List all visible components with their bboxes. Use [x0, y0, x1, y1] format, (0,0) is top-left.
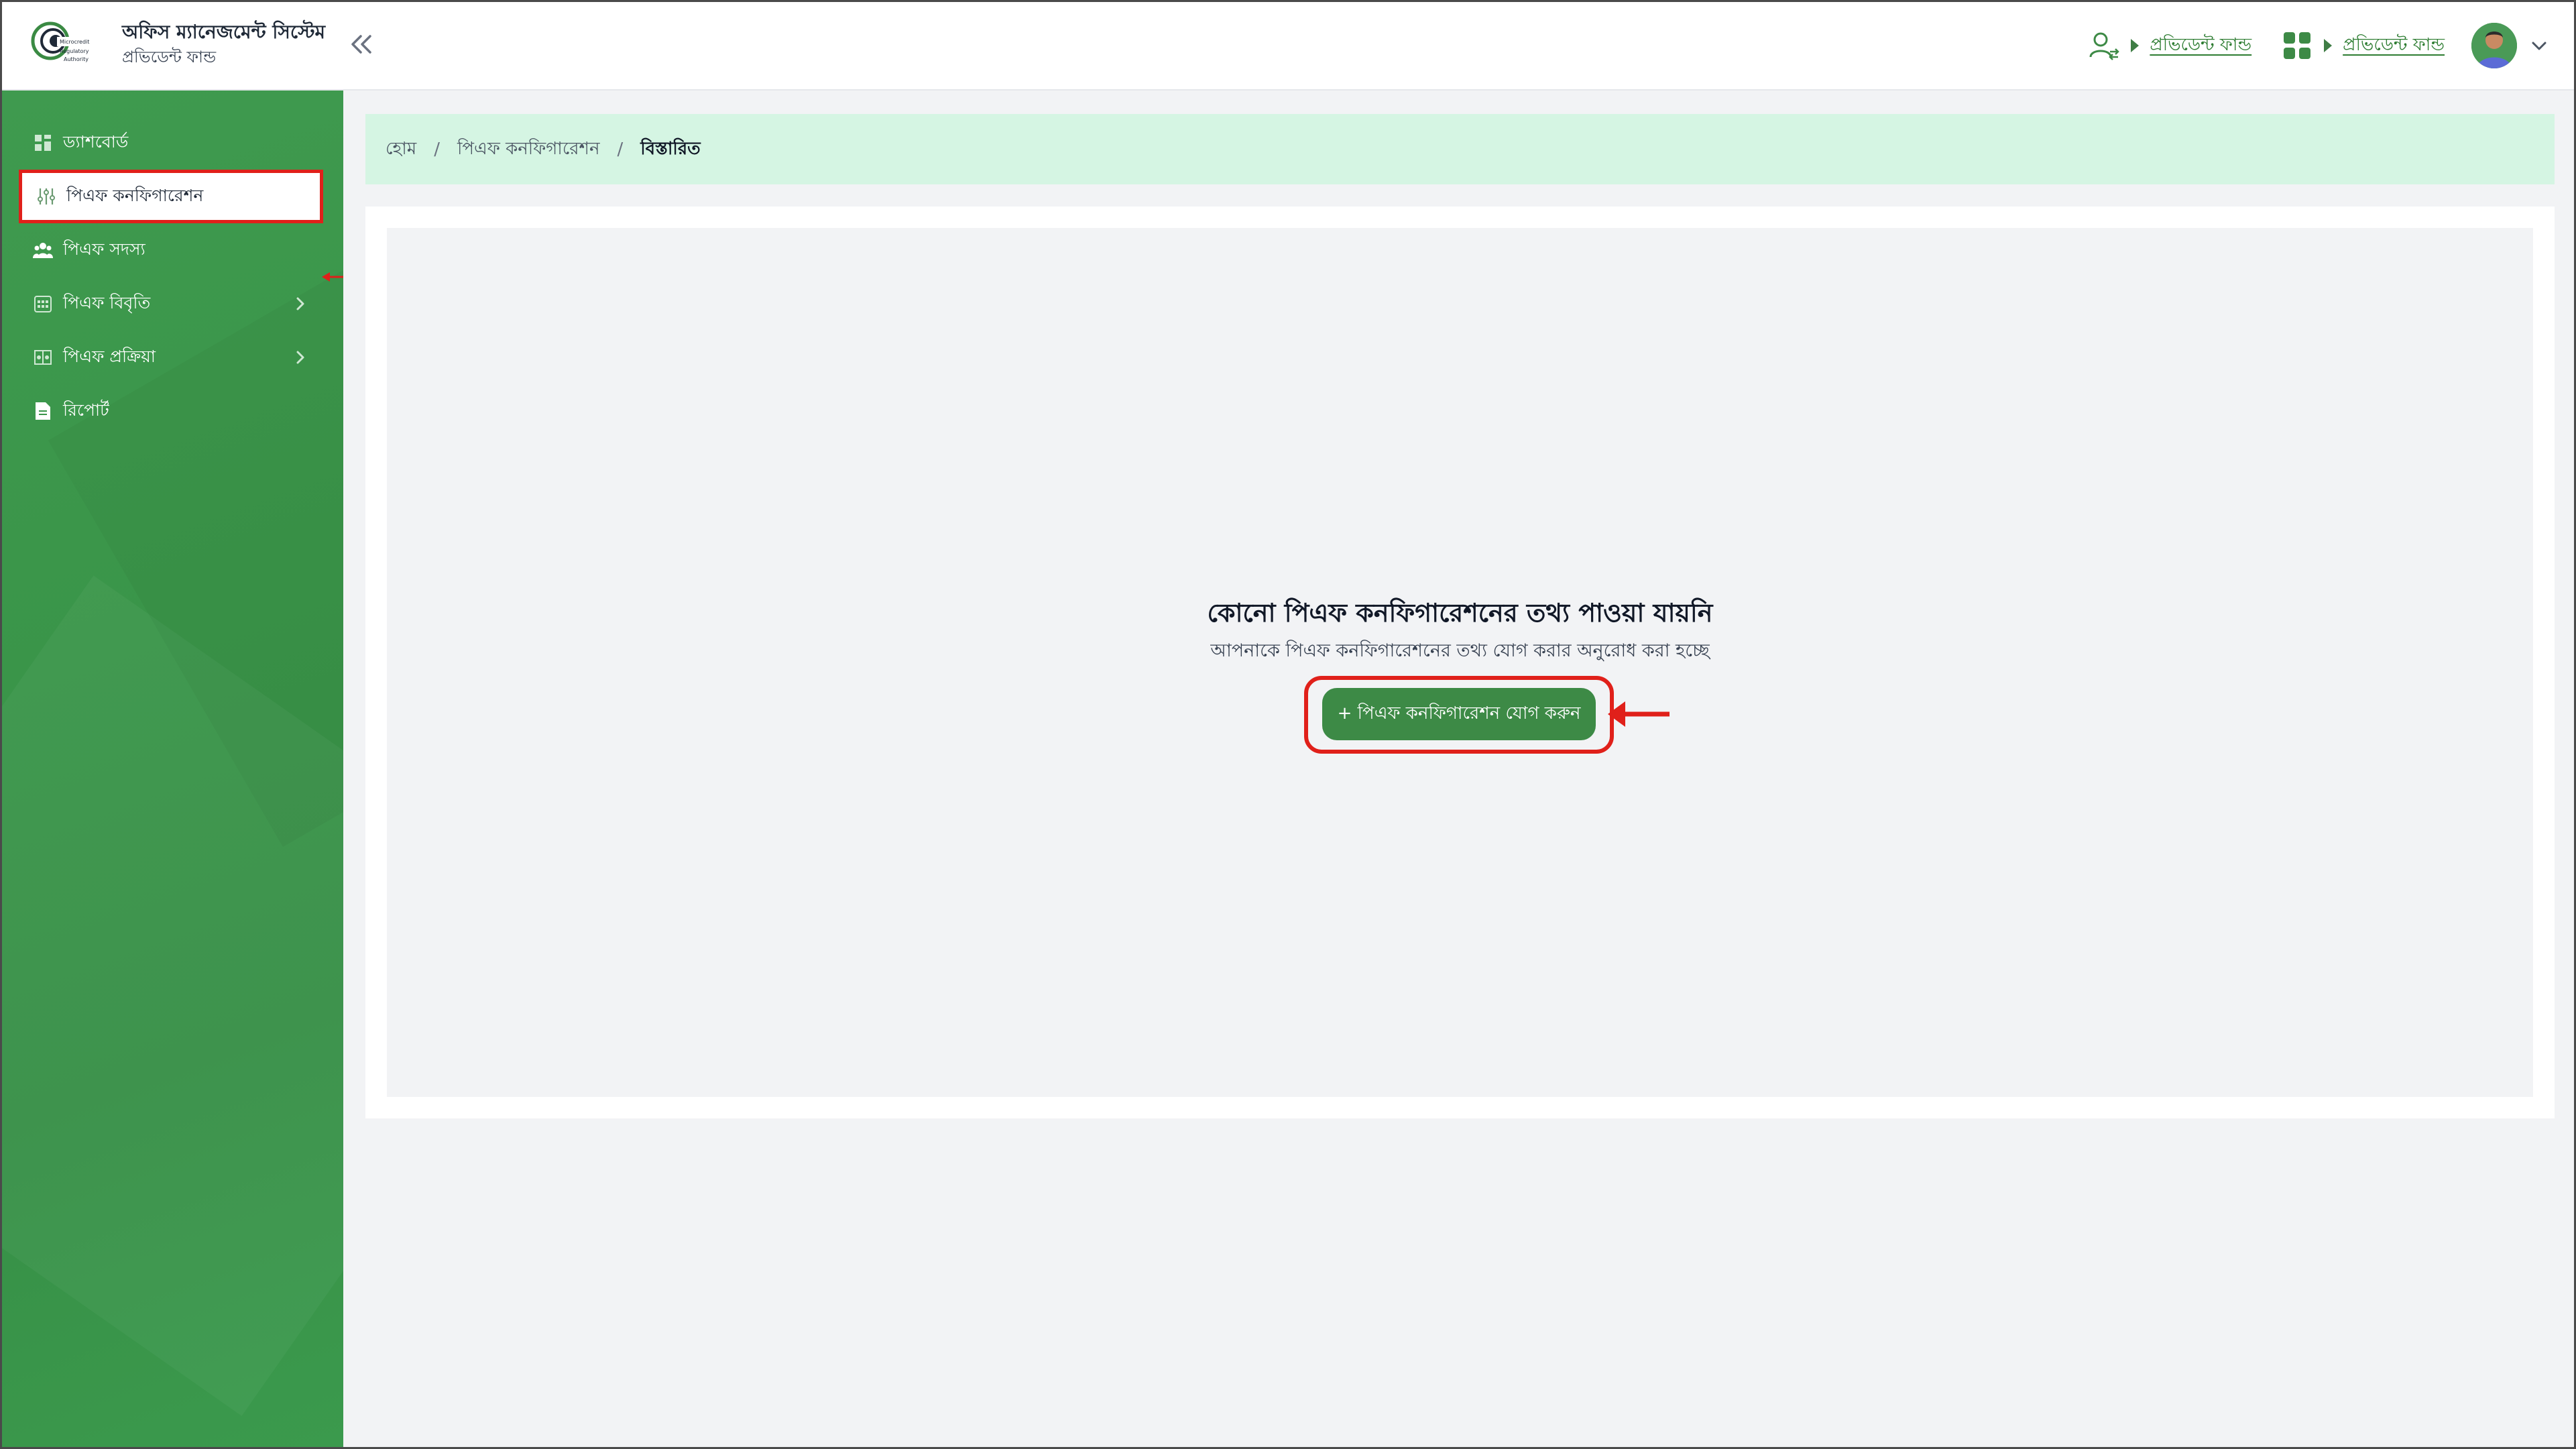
collapse-sidebar-button[interactable]: [349, 30, 375, 59]
user-switch-icon[interactable]: [2085, 27, 2123, 64]
apps-grid-icon[interactable]: [2278, 27, 2316, 64]
caret-right-icon: [2324, 39, 2333, 52]
breadcrumb: হোম / পিএফ কনফিগারেশন / বিস্তারিত: [365, 114, 2555, 184]
content-card: কোনো পিএফ কনফিগারেশনের তথ্য পাওয়া যায়ন…: [365, 207, 2555, 1118]
chevron-right-icon: [291, 294, 310, 313]
empty-state-title: কোনো পিএফ কনফিগারেশনের তথ্য পাওয়া যায়ন…: [1207, 598, 1713, 628]
logo-text-1: Microcredit: [60, 39, 89, 45]
process-icon: [32, 347, 54, 368]
sidebar-item-pf-configuration[interactable]: পিএফ কনফিগারেশন: [19, 170, 323, 223]
user-avatar[interactable]: [2471, 23, 2517, 68]
breadcrumb-separator: /: [434, 139, 440, 160]
sidebar-item-label: পিএফ বিবৃতি: [63, 292, 151, 312]
sidebar-item-label: পিএফ কনফিগারেশন: [66, 185, 204, 205]
sidebar-item-label: রিপোর্ট: [63, 400, 109, 420]
breadcrumb-current: বিস্তারিত: [640, 138, 701, 159]
avatar-icon: [2471, 23, 2517, 68]
header-actions: প্রভিডেন্ট ফান্ড প্রভিডেন্ট ফান্ড: [2085, 20, 2549, 71]
sidebar-item-pf-process[interactable]: পিএফ প্রক্রিয়া: [0, 331, 343, 384]
empty-state-subtitle: আপনাকে পিএফ কনফিগারেশনের তথ্য যোগ করার অ…: [1210, 640, 1710, 661]
sidebar-item-dashboard[interactable]: ড্যাশবোর্ড: [0, 116, 343, 170]
double-chevron-left-icon: [351, 35, 371, 54]
mra-logo[interactable]: Microcredit Regulatory Authority: [30, 18, 97, 70]
annotation-arrow: [322, 272, 343, 282]
app-title: অফিস ম্যানেজমেন্ট সিস্টেম: [122, 21, 326, 43]
chevron-right-icon: [291, 348, 310, 367]
calendar-grid-icon: [32, 293, 54, 314]
sliders-icon: [36, 186, 57, 207]
breadcrumb-home[interactable]: হোম: [386, 135, 416, 164]
logo-text-3: Authority: [64, 56, 89, 62]
dashboard-icon: [32, 132, 54, 154]
sidebar-item-pf-members[interactable]: পিএফ সদস্য: [0, 223, 343, 277]
chevron-down-icon[interactable]: [2529, 36, 2549, 56]
logo-text-2: Regulatory: [60, 48, 89, 54]
sidebar-item-report[interactable]: রিপোর্ট: [0, 384, 343, 438]
sidebar-menu: ড্যাশবোর্ড পিএফ কনফিগারেশন পিএফ সদস্য পি…: [0, 116, 343, 438]
header-link-group-2: প্রভিডেন্ট ফান্ড: [2278, 27, 2445, 64]
add-pf-configuration-button[interactable]: + পিএফ কনফিগারেশন যোগ করুন: [1322, 688, 1596, 740]
breadcrumb-pf-configuration[interactable]: পিএফ কনফিগারেশন: [457, 135, 600, 164]
members-icon: [32, 239, 54, 261]
logo-icon: Microcredit Regulatory Authority: [31, 21, 97, 62]
provident-fund-link-2[interactable]: প্রভিডেন্ট ফান্ড: [2343, 31, 2445, 60]
provident-fund-link-1[interactable]: প্রভিডেন্ট ফান্ড: [2150, 31, 2251, 60]
app-subtitle: প্রভিডেন্ট ফান্ড: [122, 48, 217, 66]
report-icon: [32, 400, 54, 422]
sidebar-item-label: পিএফ সদস্য: [63, 239, 145, 259]
brand-block: অফিস ম্যানেজমেন্ট সিস্টেম প্রভিডেন্ট ফান…: [122, 20, 325, 68]
sidebar-item-label: ড্যাশবোর্ড: [63, 131, 129, 152]
annotation-arrow: [1608, 697, 1672, 731]
caret-right-icon: [2131, 39, 2140, 52]
breadcrumb-separator: /: [617, 139, 624, 160]
top-header: Microcredit Regulatory Authority অফিস ম্…: [0, 0, 2576, 91]
sidebar-item-label: পিএফ প্রক্রিয়া: [63, 346, 156, 366]
empty-state-panel: কোনো পিএফ কনফিগারেশনের তথ্য পাওয়া যায়ন…: [387, 228, 2533, 1097]
header-link-group-1: প্রভিডেন্ট ফান্ড: [2085, 27, 2251, 64]
sidebar: ড্যাশবোর্ড পিএফ কনফিগারেশন পিএফ সদস্য পি…: [0, 91, 343, 1449]
sidebar-item-pf-statement[interactable]: পিএফ বিবৃতি: [0, 277, 343, 331]
